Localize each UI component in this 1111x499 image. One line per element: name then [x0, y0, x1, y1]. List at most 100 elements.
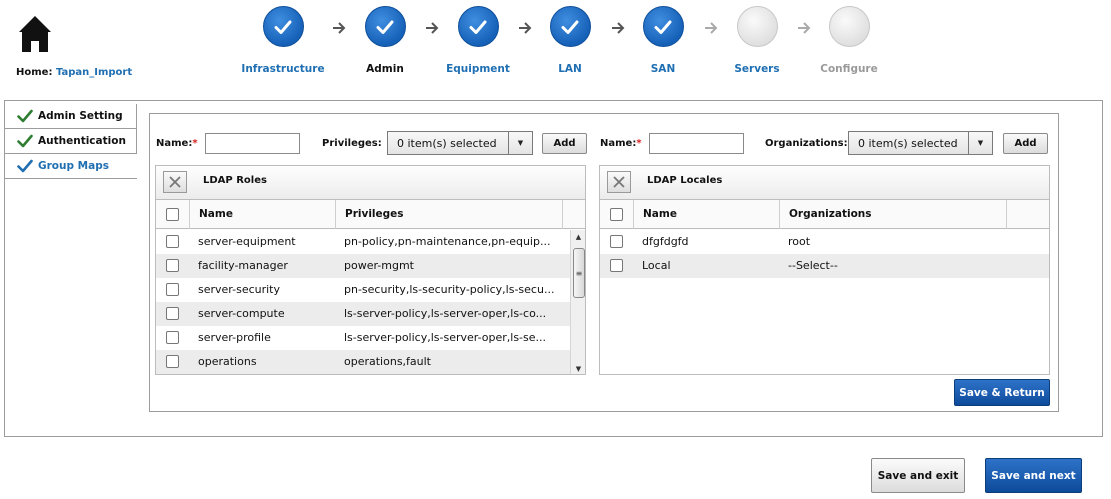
locale-name-cell: dfgfdgfd: [642, 235, 689, 248]
step-done-icon: [262, 6, 304, 47]
table-row[interactable]: server-compute ls-server-policy,ls-serve…: [156, 302, 570, 326]
save-and-next-button[interactable]: Save and next: [985, 458, 1082, 493]
grid-header: Name Organizations: [600, 200, 1049, 229]
role-name-input[interactable]: [205, 133, 300, 154]
step-pending-icon: [736, 6, 778, 47]
step-done-icon: [549, 6, 591, 47]
table-row[interactable]: Local --Select--: [600, 254, 1049, 278]
ldap-roles-grid: LDAP Roles Name Privileges server-equipm…: [155, 165, 586, 375]
checkmark-icon: [17, 159, 33, 173]
role-privileges-cell: pn-security,ls-security-policy,ls-secu..…: [344, 283, 555, 296]
dropdown-arrow-icon[interactable]: ▼: [508, 132, 532, 154]
step-pending-icon: [828, 6, 870, 47]
checkmark-icon: [17, 134, 33, 148]
role-privileges-cell: power-mgmt: [344, 259, 414, 272]
table-row[interactable]: operations operations,fault: [156, 350, 570, 374]
column-header-organizations[interactable]: Organizations: [779, 200, 1006, 229]
column-header-name[interactable]: Name: [633, 200, 779, 229]
grid-body: server-equipment pn-policy,pn-maintenanc…: [156, 230, 570, 374]
delete-locales-button[interactable]: [607, 171, 631, 193]
sidebar-item-authentication[interactable]: Authentication: [5, 129, 137, 154]
step-label: Configure: [820, 63, 878, 75]
close-icon: [169, 176, 181, 188]
ldap-locales-grid: LDAP Locales Name Organizations dfgfdgfd…: [599, 165, 1050, 375]
home-link[interactable]: Tapan_Import: [56, 67, 132, 78]
privileges-multiselect[interactable]: 0 item(s) selected ▼: [387, 131, 533, 155]
role-privileges-cell: pn-policy,pn-maintenance,pn-equip...: [344, 235, 551, 248]
row-checkbox[interactable]: [166, 307, 179, 320]
table-row[interactable]: server-profile ls-server-policy,ls-serve…: [156, 326, 570, 350]
privileges-selected-value: 0 item(s) selected: [397, 137, 497, 150]
step-label: Servers: [734, 63, 780, 75]
organizations-multiselect[interactable]: 0 item(s) selected ▼: [848, 131, 993, 155]
role-name-label: Name:*: [156, 138, 198, 149]
table-row[interactable]: server-security pn-security,ls-security-…: [156, 278, 570, 302]
add-role-button[interactable]: Add: [542, 133, 587, 154]
locale-name-input[interactable]: [649, 133, 744, 154]
delete-roles-button[interactable]: [163, 171, 187, 193]
select-all-checkbox[interactable]: [610, 208, 623, 221]
table-row[interactable]: server-equipment pn-policy,pn-maintenanc…: [156, 230, 570, 254]
sidebar-item-label: Admin Setting: [38, 110, 123, 122]
grid-title: LDAP Roles: [203, 175, 267, 186]
row-checkbox[interactable]: [610, 235, 623, 248]
role-privileges-cell: ls-server-policy,ls-server-oper,ls-se...: [344, 331, 547, 344]
row-checkbox[interactable]: [166, 355, 179, 368]
role-name-cell: operations: [198, 355, 257, 368]
step-configure: Configure: [804, 6, 894, 75]
table-row[interactable]: facility-manager power-mgmt: [156, 254, 570, 278]
column-header-name[interactable]: Name: [189, 200, 335, 229]
add-locale-button[interactable]: Add: [1003, 133, 1048, 154]
step-infrastructure[interactable]: Infrastructure: [238, 6, 328, 75]
row-checkbox[interactable]: [166, 283, 179, 296]
grid-header: Name Privileges: [156, 200, 585, 229]
organizations-label: Organizations:: [765, 138, 848, 149]
sidebar-item-admin-setting[interactable]: Admin Setting: [5, 104, 137, 129]
select-all-checkbox[interactable]: [166, 208, 179, 221]
sidebar-item-label: Authentication: [38, 135, 126, 147]
home-breadcrumb: Home: Tapan_Import: [16, 67, 132, 78]
table-row[interactable]: dfgfdgfd root: [600, 230, 1049, 254]
role-privileges-cell: operations,fault: [344, 355, 431, 368]
privileges-label: Privileges:: [322, 138, 382, 149]
step-admin[interactable]: Admin: [340, 6, 430, 75]
step-label: Infrastructure: [241, 63, 325, 75]
grid-toolbar: LDAP Roles: [156, 166, 585, 200]
step-san[interactable]: SAN: [618, 6, 708, 75]
home-prefix: Home:: [16, 67, 53, 78]
group-maps-panel: Name:* Privileges: 0 item(s) selected ▼ …: [149, 113, 1059, 412]
row-checkbox[interactable]: [166, 235, 179, 248]
home-icon[interactable]: [17, 14, 53, 54]
step-label: Equipment: [446, 63, 510, 75]
step-equipment[interactable]: Equipment: [433, 6, 523, 75]
step-done-icon: [642, 6, 684, 47]
organizations-selected-value: 0 item(s) selected: [858, 137, 958, 150]
column-header-privileges[interactable]: Privileges: [335, 200, 562, 229]
row-checkbox[interactable]: [166, 331, 179, 344]
checkmark-icon: [17, 109, 33, 123]
column-header-spacer: [1006, 200, 1049, 229]
scroll-up-icon[interactable]: ▲: [571, 230, 585, 244]
sidebar-item-group-maps[interactable]: Group Maps: [5, 154, 137, 179]
step-done-icon: [364, 6, 406, 47]
save-and-return-button[interactable]: Save & Return: [954, 379, 1050, 406]
step-lan[interactable]: LAN: [525, 6, 615, 75]
step-label: LAN: [558, 63, 582, 75]
row-checkbox[interactable]: [610, 259, 623, 272]
save-and-exit-button[interactable]: Save and exit: [871, 458, 965, 493]
dropdown-arrow-icon[interactable]: ▼: [968, 132, 992, 154]
row-checkbox[interactable]: [166, 259, 179, 272]
sidebar-item-label: Group Maps: [38, 160, 109, 172]
role-name-cell: server-equipment: [198, 235, 296, 248]
step-servers[interactable]: Servers: [712, 6, 802, 75]
scroll-down-icon[interactable]: ▼: [571, 362, 585, 374]
step-done-icon: [457, 6, 499, 47]
locale-organization-cell[interactable]: root: [788, 235, 810, 248]
role-name-cell: server-security: [198, 283, 281, 296]
vertical-scrollbar[interactable]: ▲ ≡ ▼: [570, 230, 585, 374]
grid-toolbar: LDAP Locales: [600, 166, 1049, 200]
locale-organization-cell[interactable]: --Select--: [788, 259, 838, 272]
scroll-thumb[interactable]: ≡: [573, 248, 585, 298]
step-label: SAN: [650, 63, 676, 75]
locale-name-label: Name:*: [600, 138, 642, 149]
